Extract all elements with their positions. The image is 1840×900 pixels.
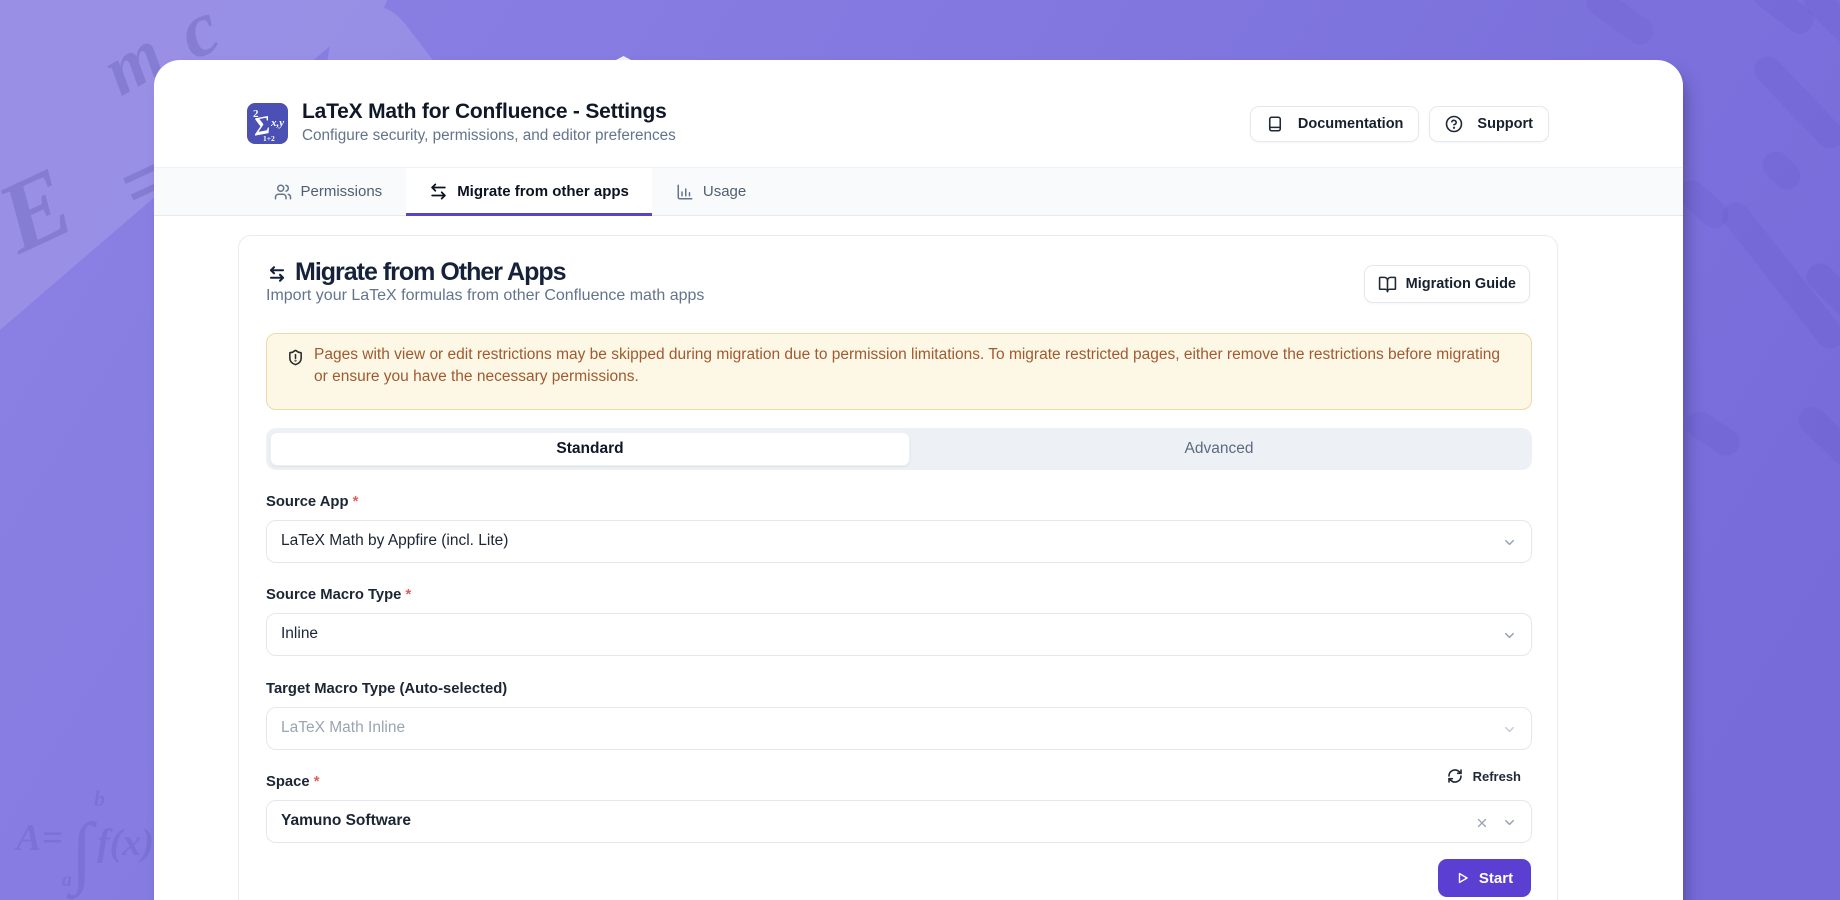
svg-text:A=: A= bbox=[14, 817, 63, 859]
svg-text:x,y: x,y bbox=[270, 117, 284, 129]
svg-text:1+2: 1+2 bbox=[263, 134, 275, 143]
svg-text:b: b bbox=[94, 786, 105, 811]
svg-text:2: 2 bbox=[253, 108, 259, 120]
svg-text:a: a bbox=[62, 869, 72, 891]
